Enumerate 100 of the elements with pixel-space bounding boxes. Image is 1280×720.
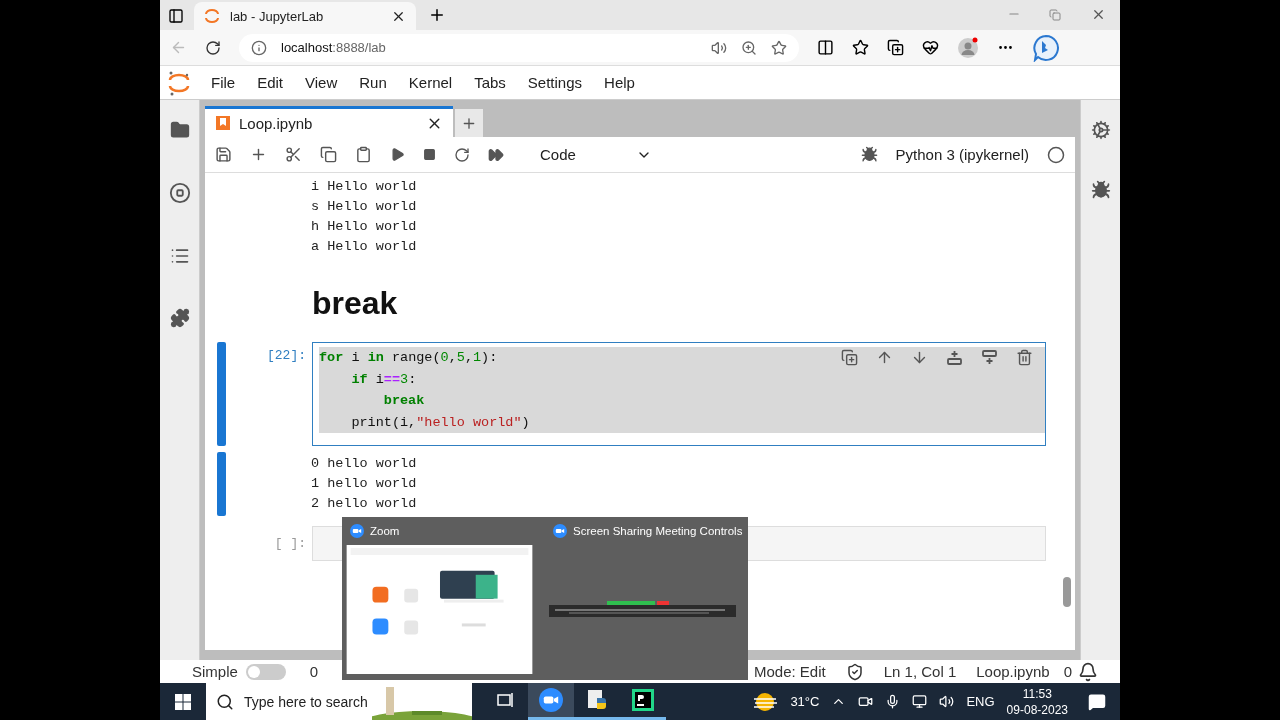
add-cell-icon[interactable] (250, 146, 267, 163)
sun-icon (752, 690, 779, 713)
notification-icon[interactable] (1088, 692, 1106, 711)
settings-icon[interactable] (1090, 120, 1111, 140)
language-indicator[interactable]: ENG (966, 694, 995, 709)
star-icon[interactable] (771, 39, 787, 56)
tab-title: Loop.ipynb (239, 114, 313, 132)
code-line: break (382, 392, 425, 410)
reload-icon[interactable] (205, 39, 221, 56)
cut-icon[interactable] (285, 146, 302, 163)
tab-actions-icon[interactable] (168, 8, 184, 24)
code-line: for i in range(0,5,1): (319, 349, 498, 367)
stop-circle-icon[interactable] (168, 182, 191, 204)
menu-item[interactable]: Help (593, 74, 646, 91)
menu-item[interactable]: Run (348, 74, 398, 91)
insert-below-icon[interactable] (981, 349, 998, 366)
cell-prompt: [22]: (266, 347, 307, 365)
notification-count: 0 (1063, 663, 1072, 680)
output-line: i Hello world (311, 178, 418, 196)
camera-logo-icon (350, 523, 364, 538)
close-icon[interactable] (1091, 7, 1106, 22)
cell-prompt: [ ]: (273, 535, 307, 553)
camera-logo-icon (539, 688, 563, 712)
microphone-icon[interactable] (885, 694, 901, 709)
url-text: localhost:8888/lab (281, 40, 386, 55)
cursor-position: Ln 1, Col 1 (883, 663, 957, 680)
menu-item[interactable]: Edit (246, 74, 295, 91)
count-text: 0 (309, 663, 319, 680)
search-icon (216, 692, 234, 711)
notebook-tab[interactable]: Loop.ipynb (205, 106, 453, 137)
output-line: 2 hello world (311, 495, 418, 513)
run-all-icon[interactable] (488, 146, 504, 163)
split-screen-icon[interactable] (817, 39, 834, 56)
save-icon[interactable] (215, 146, 232, 163)
duplicate-icon[interactable] (841, 349, 858, 366)
folder-icon[interactable] (169, 120, 190, 140)
bell-icon[interactable] (1078, 661, 1098, 682)
restart-icon[interactable] (454, 146, 470, 163)
task-view-icon (495, 690, 515, 710)
move-up-icon[interactable] (876, 349, 893, 366)
copy-icon[interactable] (320, 146, 337, 163)
debugger-icon[interactable] (860, 146, 878, 163)
speaker-icon[interactable] (711, 39, 727, 56)
scrollbar-thumb[interactable] (1063, 577, 1071, 607)
kernel-status-icon (1047, 145, 1065, 164)
jupyter-logo-icon (168, 69, 190, 96)
list-icon[interactable] (169, 246, 190, 266)
cell-type-dropdown[interactable]: Code (534, 145, 658, 164)
camera-logo-icon (553, 524, 567, 538)
favorites-icon[interactable] (852, 39, 869, 56)
volume-icon[interactable] (939, 694, 955, 709)
menu-item[interactable]: Tabs (463, 74, 517, 91)
window-title: Screen Sharing Meeting Controls (573, 525, 743, 537)
profile-avatar-icon[interactable] (957, 36, 979, 59)
code-editor[interactable]: for i in range(0,5,1): if i==3: break print(i,"hello world") (312, 342, 1046, 446)
copilot-chat-icon[interactable] (1032, 33, 1060, 62)
new-launcher-button[interactable] (455, 109, 483, 137)
stop-icon[interactable] (423, 148, 436, 161)
code-line: print(i,"hello world") (350, 413, 530, 432)
mode-label: Simple (192, 663, 238, 680)
info-icon (251, 39, 267, 56)
output-line: s Hello world (311, 198, 418, 216)
run-icon[interactable] (390, 147, 405, 162)
tab-title: lab - JupyterLab (230, 8, 324, 24)
heart-pulse-icon[interactable] (922, 39, 939, 56)
insert-above-icon[interactable] (946, 349, 963, 366)
network-icon[interactable] (912, 694, 928, 709)
weather-text: 31°C (790, 694, 820, 709)
window-title: Zoom (370, 524, 400, 537)
kernel-name[interactable]: Python 3 (ipykernel) (895, 146, 1029, 163)
shield-icon (845, 662, 864, 681)
menu-item[interactable]: View (294, 74, 349, 91)
output-line: a Hello world (311, 238, 418, 256)
menu-item[interactable]: File (200, 74, 247, 91)
delete-icon[interactable] (1016, 349, 1033, 366)
simple-toggle[interactable] (245, 663, 286, 680)
ide-logo-icon (631, 688, 655, 712)
camera-icon[interactable] (858, 694, 874, 709)
collections-icon[interactable] (887, 39, 904, 56)
menu-item[interactable]: Settings (516, 74, 594, 91)
puzzle-icon[interactable] (169, 308, 190, 328)
new-tab-icon[interactable] (428, 6, 446, 24)
notebook-icon (215, 115, 231, 131)
output-line: h Hello world (311, 218, 418, 236)
jupyter-logo-icon (204, 8, 220, 24)
markdown-heading: break (312, 285, 399, 322)
browser-tab[interactable]: lab - JupyterLab (194, 2, 416, 30)
debugger-icon[interactable] (1090, 180, 1111, 200)
search-field[interactable]: Type here to search (206, 683, 472, 720)
paste-icon[interactable] (355, 146, 372, 163)
menu-item[interactable]: Kernel (397, 74, 464, 91)
address-field[interactable]: localhost:8888/lab (239, 33, 799, 62)
move-down-icon[interactable] (911, 349, 928, 366)
code-line: if i==3: (350, 370, 417, 389)
zoom-in-icon[interactable] (741, 39, 757, 56)
file-name: Loop.ipynb (976, 663, 1050, 680)
mode-text: Mode: Edit (754, 663, 826, 680)
python-file-icon (585, 688, 609, 712)
taskbar-app-button[interactable] (528, 683, 574, 720)
clock[interactable]: 11:53 09-08-2023 (1006, 685, 1068, 718)
